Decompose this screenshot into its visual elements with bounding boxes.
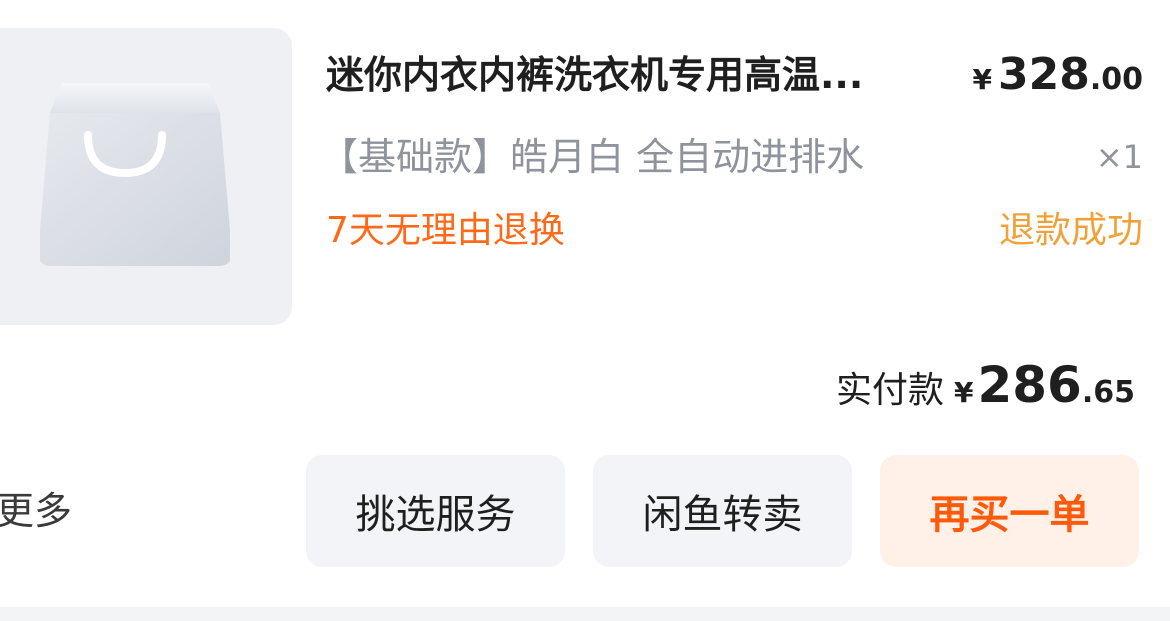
xianyu-resell-button[interactable]: 闲鱼转卖	[593, 455, 852, 567]
actual-payment-label: 实付款	[835, 370, 944, 411]
price-decimal: .00	[1089, 62, 1143, 97]
select-service-button[interactable]: 挑选服务	[306, 455, 565, 567]
actual-payment-integer: 286	[977, 356, 1082, 414]
section-divider	[0, 607, 1170, 621]
buy-again-button[interactable]: 再买一单	[880, 455, 1139, 567]
price-integer: 328	[997, 49, 1090, 100]
product-spec: 【基础款】皓月白 全自动进排水	[320, 135, 865, 179]
more-button[interactable]: 更多	[0, 486, 72, 536]
product-price: ¥328.00	[973, 48, 1144, 111]
product-title[interactable]: 迷你内衣内裤洗衣机专用高温...	[326, 50, 863, 100]
actual-payment-currency: ¥	[953, 376, 974, 409]
shopping-bag-icon	[40, 83, 230, 266]
product-quantity: ×1	[1095, 138, 1143, 176]
refund-status[interactable]: 退款成功	[999, 207, 1143, 255]
actual-payment-decimal: .65	[1081, 375, 1135, 410]
order-item-card: 迷你内衣内裤洗衣机专用高温... ¥328.00 【基础款】皓月白 全自动进排水…	[0, 0, 1170, 621]
actual-payment: 实付款 ¥286.65	[836, 354, 1135, 428]
product-thumbnail[interactable]	[0, 28, 292, 325]
price-currency: ¥	[972, 63, 992, 96]
return-policy-tag: 7天无理由退换	[326, 210, 565, 251]
